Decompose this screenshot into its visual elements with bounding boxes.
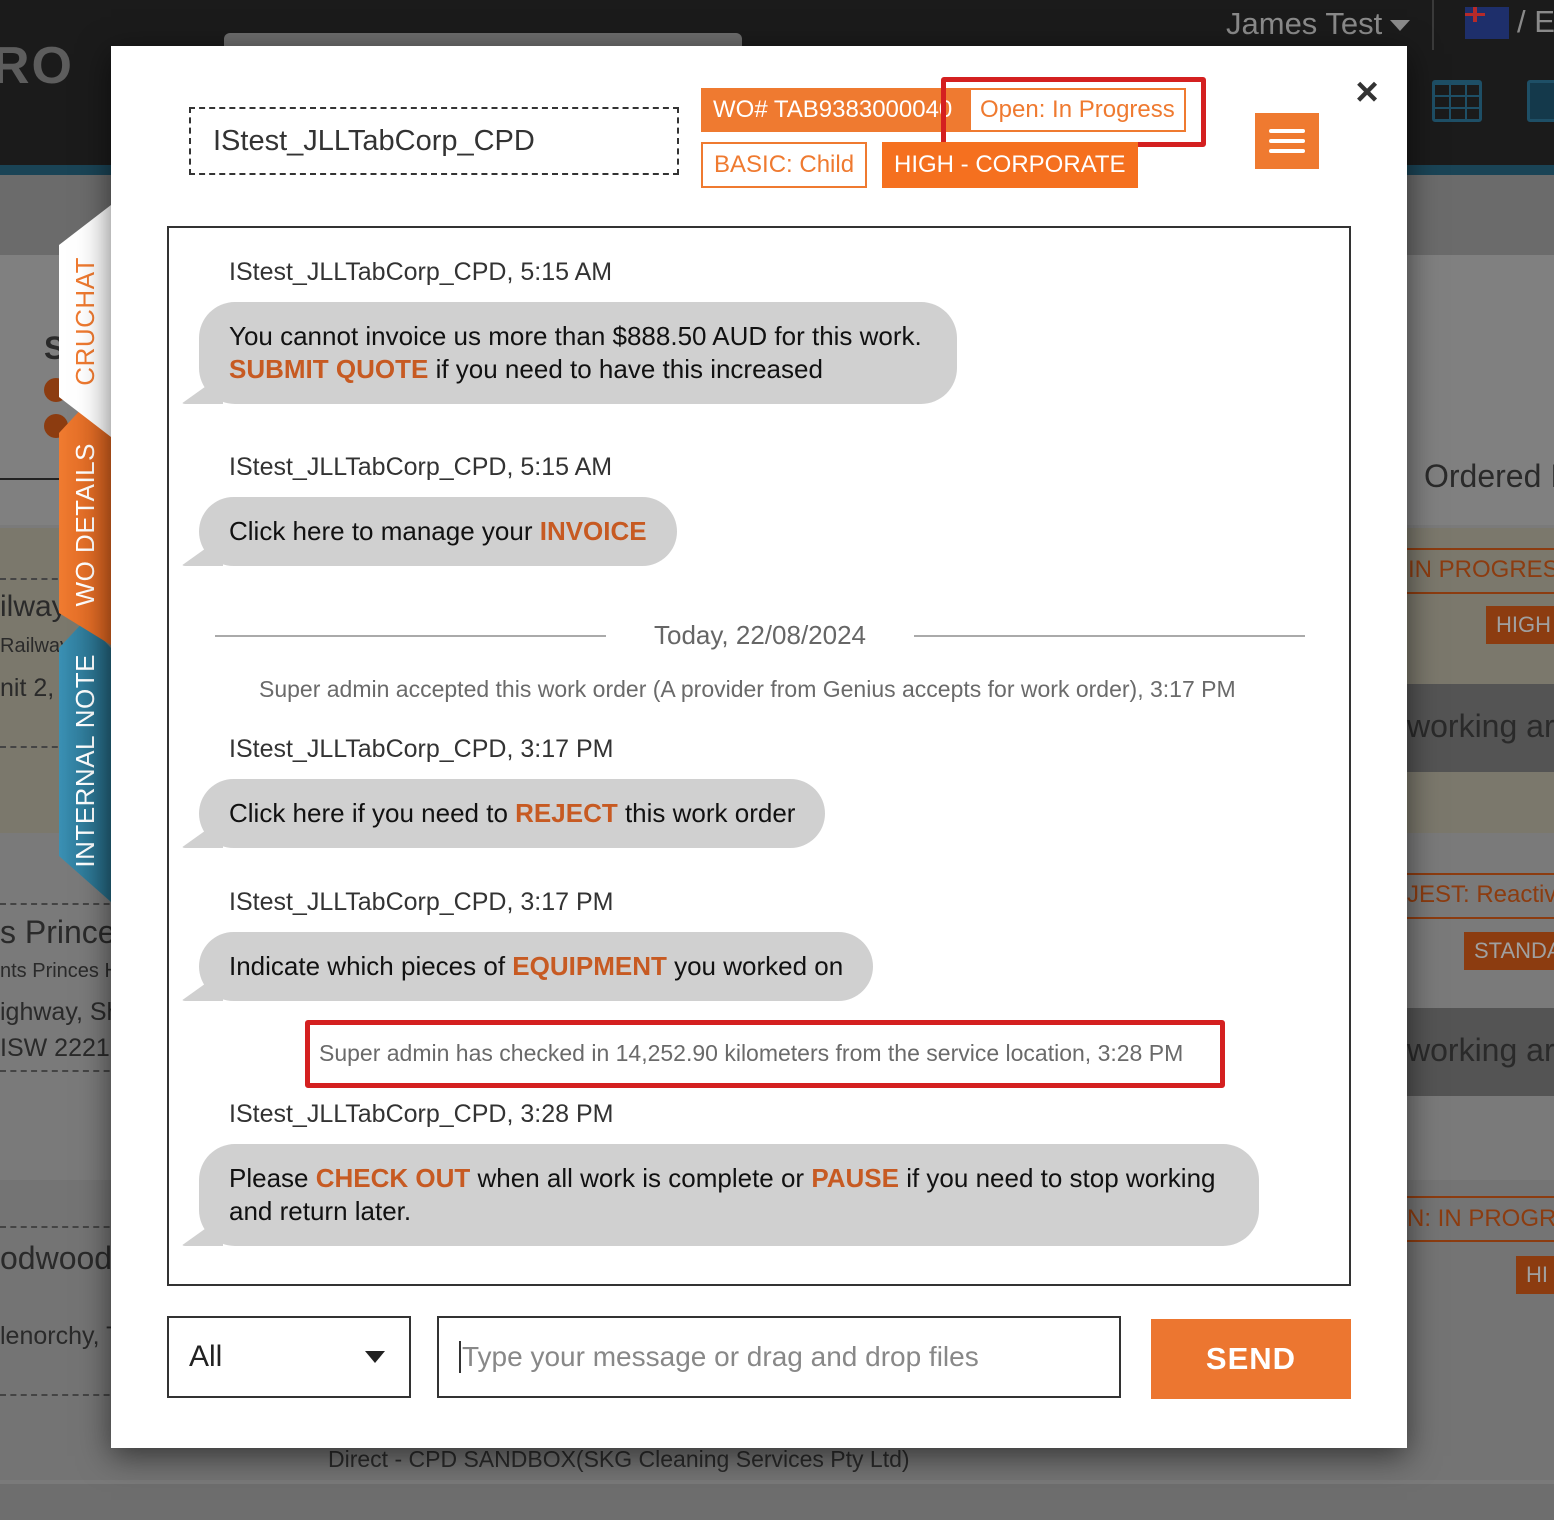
user-name: James Test — [1226, 6, 1383, 41]
message-meta: IStest_JLLTabCorp_CPD, 3:17 PM — [229, 888, 614, 916]
hamburger-menu-icon-bar — [1269, 149, 1305, 153]
chat-bubble: You cannot invoice us more than $888.50 … — [199, 302, 957, 404]
text-cursor — [459, 1341, 461, 1373]
bg-priority: STANDA — [1464, 932, 1554, 970]
message-meta: IStest_JLLTabCorp_CPD, 3:28 PM — [229, 1100, 614, 1128]
bg-site-address: nit 2, — [0, 674, 55, 702]
chat-bubble: Click here if you need to REJECT this wo… — [199, 779, 826, 848]
bg-priority: HI — [1516, 1256, 1554, 1294]
bg-status: IN PROGRESS — [1408, 556, 1554, 583]
pause-link[interactable]: PAUSE — [811, 1163, 899, 1193]
check-out-link[interactable]: CHECK OUT — [316, 1163, 471, 1193]
bg-dashed-line — [0, 903, 120, 905]
message-text: You cannot invoice us more than $888.50 … — [229, 321, 922, 351]
chat-modal: IStest_JLLTabCorp_CPD WO# TAB9383000040 … — [111, 46, 1407, 1448]
menu-button[interactable] — [1255, 113, 1319, 169]
message-text: this work order — [617, 798, 796, 828]
language-selector[interactable]: / E — [1517, 4, 1554, 40]
bg-site-name: ilway — [0, 590, 67, 623]
priority-badge: HIGH - CORPORATE — [882, 142, 1138, 188]
reject-link[interactable]: REJECT — [515, 798, 618, 828]
message-placeholder: Type your message or drag and drop files — [462, 1341, 979, 1372]
bg-working-text: working ar — [1407, 1032, 1554, 1068]
tab-label: CRUCHAT — [69, 256, 100, 386]
bg-dashed-line — [0, 1070, 120, 1072]
bg-working-text: working ar — [1407, 708, 1554, 744]
bg-site-address: ighway, Sh — [0, 998, 121, 1026]
status-highlight-annotation — [941, 77, 1206, 147]
equipment-link[interactable]: EQUIPMENT — [512, 951, 667, 981]
topbar-divider — [1432, 0, 1434, 50]
bg-site-address-2: ISW 2221 — [0, 1034, 110, 1062]
message-input[interactable]: Type your message or drag and drop files — [437, 1316, 1121, 1398]
bg-site-sub: nts Princes H — [0, 960, 119, 982]
table-view-icon[interactable] — [1432, 80, 1482, 122]
close-icon[interactable]: × — [1349, 72, 1385, 112]
date-label: Today, 22/08/2024 — [653, 620, 867, 650]
tab-label: INTERNAL NOTE — [69, 654, 100, 868]
user-menu[interactable]: James Test — [1226, 6, 1411, 42]
audience-select[interactable]: All — [167, 1316, 411, 1398]
chat-bubble: Indicate which pieces of EQUIPMENT you w… — [199, 932, 874, 1001]
send-button[interactable]: SEND — [1151, 1319, 1351, 1399]
caret-down-icon — [365, 1351, 385, 1363]
message-text: Click here to manage your — [229, 516, 540, 546]
tab-internal-note[interactable]: INTERNAL NOTE — [59, 620, 111, 902]
system-message: Super admin has checked in 14,252.90 kil… — [319, 1040, 1184, 1066]
chat-bubble: Please CHECK OUT when all work is comple… — [199, 1144, 1259, 1246]
separator-line — [914, 634, 1305, 637]
chat-history[interactable]: IStest_JLLTabCorp_CPD, 5:15 AM You canno… — [167, 226, 1351, 1286]
modal-title: IStest_JLLTabCorp_CPD — [189, 107, 679, 175]
download-icon[interactable] — [1527, 80, 1554, 122]
message-text: when all work is complete or — [470, 1163, 812, 1193]
date-separator: Today, 22/08/2024 — [215, 620, 1305, 651]
australia-flag-icon[interactable] — [1465, 7, 1509, 39]
bg-column-header: Ordered I — [1424, 458, 1554, 494]
message-meta: IStest_JLLTabCorp_CPD, 5:15 AM — [229, 453, 613, 481]
message-text: if you need to have this increased — [428, 354, 823, 384]
message-text: Please — [229, 1163, 316, 1193]
bg-site-name: odwood — [0, 1240, 113, 1276]
tab-cruchat[interactable]: CRUCHAT — [59, 205, 111, 437]
bg-status: N: IN PROGRE — [1407, 1205, 1554, 1232]
message-text: you worked on — [666, 951, 844, 981]
tab-wo-details[interactable]: WO DETAILS — [59, 405, 111, 645]
bg-priority: HIGH — [1486, 606, 1554, 644]
type-badge: BASIC: Child — [701, 142, 868, 188]
bg-footer-provider: Direct - CPD SANDBOX(SKG Cleaning Servic… — [328, 1446, 910, 1472]
tab-label: WO DETAILS — [69, 443, 100, 607]
chat-bubble: Click here to manage your INVOICE — [199, 497, 677, 566]
bg-bottom-band — [0, 1484, 1554, 1520]
bg-dashed-line — [0, 1394, 120, 1396]
system-message: Super admin accepted this work order (A … — [259, 676, 1236, 702]
bg-type: JEST: Reactive — [1407, 881, 1554, 908]
message-text: Indicate which pieces of — [229, 951, 513, 981]
bg-dashed-line — [0, 1226, 120, 1228]
separator-line — [215, 634, 606, 637]
app-logo: RO — [0, 37, 74, 95]
audience-value: All — [189, 1340, 223, 1373]
hamburger-menu-icon-bar — [1269, 139, 1305, 143]
hamburger-menu-icon — [1269, 129, 1305, 133]
message-meta: IStest_JLLTabCorp_CPD, 3:17 PM — [229, 735, 614, 763]
chevron-down-icon — [1390, 20, 1411, 32]
submit-quote-link[interactable]: SUBMIT QUOTE — [229, 354, 428, 384]
bg-site-name: s Prince — [0, 914, 116, 950]
invoice-link[interactable]: INVOICE — [540, 516, 647, 546]
bg-site-address: lenorchy, T — [0, 1322, 122, 1350]
message-text: Click here if you need to — [229, 798, 516, 828]
wo-number-badge: WO# TAB9383000040 — [701, 88, 969, 132]
message-meta: IStest_JLLTabCorp_CPD, 5:15 AM — [229, 258, 613, 286]
